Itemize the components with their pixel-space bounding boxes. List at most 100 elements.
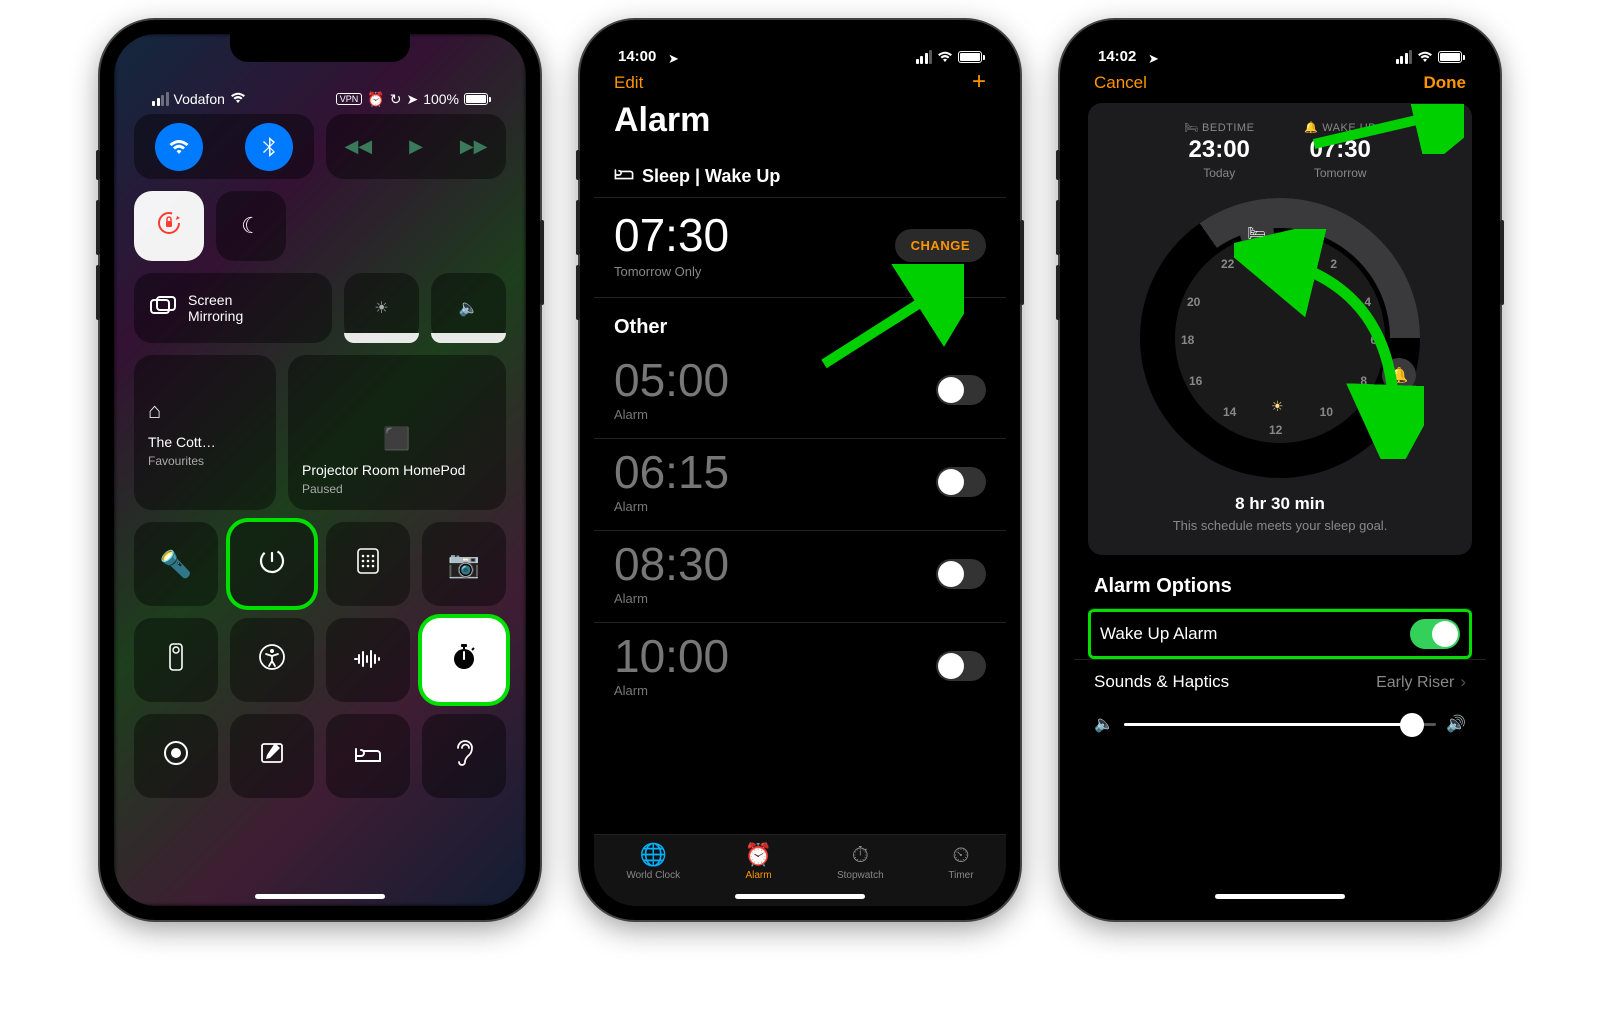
stopwatch-shortcut-button[interactable] xyxy=(422,618,506,702)
sounds-haptics-row[interactable]: Sounds & Haptics Early Riser› xyxy=(1074,659,1486,704)
mirror-icon xyxy=(150,296,176,321)
remote-button[interactable] xyxy=(134,618,218,702)
cancel-button[interactable]: Cancel xyxy=(1094,73,1147,93)
accessibility-button[interactable] xyxy=(230,618,314,702)
change-button[interactable]: CHANGE xyxy=(895,229,986,262)
carrier-label: Vodafon xyxy=(174,91,225,107)
flashlight-button[interactable]: 🔦 xyxy=(134,522,218,606)
sleep-button[interactable] xyxy=(326,714,410,798)
wifi-icon xyxy=(937,51,953,63)
camera-button[interactable]: 📷 xyxy=(422,522,506,606)
battery-icon xyxy=(1438,51,1462,63)
forward-icon[interactable]: ▶▶ xyxy=(460,136,488,157)
status-bar: Vodafon VPN ⏰ ↻ ➤ 100% xyxy=(134,84,506,114)
tab-alarm[interactable]: ⏰Alarm xyxy=(745,842,772,881)
bell-icon: 🔔 xyxy=(1304,122,1318,134)
alarm-row[interactable]: 10:00Alarm xyxy=(594,623,1006,714)
wake-alarm-toggle[interactable] xyxy=(1410,619,1460,649)
bed-icon xyxy=(354,741,382,772)
globe-icon: 🌐 xyxy=(640,842,667,868)
screen-mirroring-button[interactable]: Screen Mirroring xyxy=(134,273,332,343)
sleep-alarm-sub: Tomorrow Only xyxy=(614,264,729,279)
battery-pct: 100% xyxy=(423,91,459,107)
play-icon[interactable]: ▶ xyxy=(409,136,423,157)
camera-icon: 📷 xyxy=(448,549,480,580)
screen-record-button[interactable] xyxy=(134,714,218,798)
rotation-lock-icon xyxy=(155,209,183,243)
tab-timer[interactable]: ⏲Timer xyxy=(948,842,973,881)
alarm-toggle[interactable] xyxy=(936,375,986,405)
bed-icon: 🛏 xyxy=(1247,224,1266,242)
connectivity-group[interactable] xyxy=(134,114,314,179)
lock-status-icon: ↻ xyxy=(390,91,402,108)
alarm-row[interactable]: 05:00Alarm xyxy=(594,347,1006,439)
brightness-icon: ☀ xyxy=(374,298,388,318)
home-icon: ⌂ xyxy=(148,398,161,424)
add-alarm-button[interactable]: + xyxy=(972,73,986,93)
media-controls[interactable]: ◀◀ ▶ ▶▶ xyxy=(326,114,506,179)
alarm-toggle[interactable] xyxy=(936,467,986,497)
home-favourites-tile[interactable]: ⌂ The Cott… Favourites xyxy=(134,355,276,510)
notes-icon xyxy=(260,741,284,772)
battery-icon xyxy=(464,93,488,105)
rotation-lock-button[interactable] xyxy=(134,191,204,261)
volume-high-icon: 🔊 xyxy=(1446,714,1466,734)
bedtime-block: 🛏 BEDTIME 23:00 Today xyxy=(1184,121,1254,180)
wifi-toggle[interactable] xyxy=(155,123,203,171)
options-header: Alarm Options xyxy=(1074,555,1486,608)
waveform-icon xyxy=(353,645,383,676)
signal-icon xyxy=(152,92,169,106)
stopwatch-icon: ⏱ xyxy=(852,842,869,868)
alarm-icon: ⏰ xyxy=(745,842,772,868)
home-label: The Cott… xyxy=(148,434,216,450)
sleep-alarm-time: 07:30 xyxy=(614,212,729,258)
bluetooth-toggle[interactable] xyxy=(245,123,293,171)
notes-button[interactable] xyxy=(230,714,314,798)
page-title: Alarm xyxy=(594,97,1006,150)
do-not-disturb-button[interactable]: ☾ xyxy=(216,191,286,261)
hearing-button[interactable] xyxy=(422,714,506,798)
tab-stopwatch[interactable]: ⏱Stopwatch xyxy=(837,842,884,881)
stars-icon: ✦ xyxy=(1273,263,1283,277)
volume-low-icon: 🔈 xyxy=(1094,714,1114,734)
homepod-icon: ⬛ xyxy=(383,426,410,452)
timer-icon xyxy=(258,547,286,582)
alarm-toggle[interactable] xyxy=(936,559,986,589)
volume-row[interactable]: 🔈 🔊 xyxy=(1074,704,1486,744)
done-button[interactable]: Done xyxy=(1424,73,1467,93)
alarm-toggle[interactable] xyxy=(936,651,986,681)
status-time: 14:00 xyxy=(618,48,656,65)
mirror-label: Screen Mirroring xyxy=(188,292,243,324)
wakeup-handle[interactable]: 🔔 xyxy=(1382,358,1416,392)
alarm-row[interactable]: 06:15Alarm xyxy=(594,439,1006,531)
bed-icon xyxy=(614,166,634,187)
wake-up-alarm-row[interactable]: Wake Up Alarm xyxy=(1088,608,1472,659)
bedtime-handle[interactable]: 🛏 xyxy=(1240,216,1274,250)
ear-icon xyxy=(454,739,474,774)
sleep-section-header: Sleep | Wake Up xyxy=(594,154,1006,198)
phone-sleep-schedule: 14:02 ➤ Cancel Done 🛏 BEDTIME 23:00 Toda… xyxy=(1060,20,1500,920)
brightness-slider[interactable]: ☀ xyxy=(344,273,419,343)
tab-world-clock[interactable]: 🌐World Clock xyxy=(626,842,680,881)
wakeup-block: 🔔 WAKE UP 07:30 Tomorrow xyxy=(1304,121,1376,180)
alarm-row[interactable]: 08:30Alarm xyxy=(594,531,1006,623)
phone-control-center: Vodafon VPN ⏰ ↻ ➤ 100% xyxy=(100,20,540,920)
calculator-icon xyxy=(357,548,379,581)
remote-icon xyxy=(169,643,183,678)
timer-icon: ⏲ xyxy=(952,842,969,868)
calculator-button[interactable] xyxy=(326,522,410,606)
edit-button[interactable]: Edit xyxy=(614,73,643,93)
sleep-dial[interactable]: 0 2 4 6 8 10 12 14 16 18 20 22 ✦ ☀ xyxy=(1140,198,1420,478)
bed-icon: 🛏 xyxy=(1184,122,1198,134)
rewind-icon[interactable]: ◀◀ xyxy=(344,136,372,157)
location-icon: ➤ xyxy=(668,51,679,67)
volume-slider[interactable]: 🔈 xyxy=(431,273,506,343)
moon-icon: ☾ xyxy=(241,213,261,239)
voice-memo-button[interactable] xyxy=(326,618,410,702)
timer-shortcut-button[interactable] xyxy=(230,522,314,606)
bell-icon: 🔔 xyxy=(1390,366,1409,384)
signal-icon xyxy=(916,50,933,64)
homepod-tile[interactable]: ⬛ Projector Room HomePod Paused xyxy=(288,355,506,510)
record-icon xyxy=(163,740,189,773)
schedule-card: 🛏 BEDTIME 23:00 Today 🔔 WAKE UP 07:30 To… xyxy=(1088,103,1472,555)
